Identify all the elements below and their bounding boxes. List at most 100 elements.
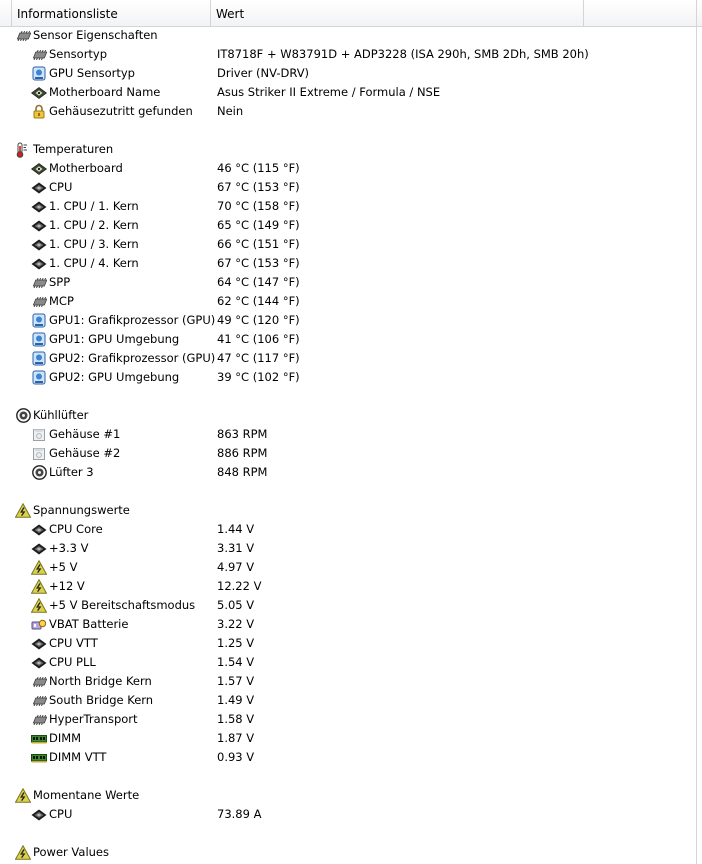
list-item[interactable]: DIMM 1.87 V xyxy=(0,729,696,748)
item-label: GPU Sensortyp xyxy=(49,66,135,80)
group-momentane-werte[interactable]: Momentane Werte xyxy=(0,786,696,805)
item-value: 66 °C (151 °F) xyxy=(217,237,300,251)
item-value: 49 °C (120 °F) xyxy=(217,313,300,327)
column-header-wert[interactable]: Wert xyxy=(211,0,584,26)
chip-icon xyxy=(31,275,47,290)
item-label: CPU xyxy=(49,180,73,194)
voltage-icon xyxy=(31,560,47,575)
item-value: Nein xyxy=(217,104,244,118)
battery-icon xyxy=(31,617,47,632)
list-item[interactable]: South Bridge Kern 1.49 V xyxy=(0,691,696,710)
item-value: 67 °C (153 °F) xyxy=(217,180,300,194)
list-item[interactable]: CPU 73.89 A xyxy=(0,805,696,824)
motherboard-icon xyxy=(31,85,47,100)
group-title: Spannungswerte xyxy=(33,503,130,517)
chip-icon xyxy=(15,28,31,43)
group-spannungswerte[interactable]: Spannungswerte xyxy=(0,501,696,520)
list-item[interactable]: +5 V Bereitschaftsmodus 5.05 V xyxy=(0,596,696,615)
list-item[interactable]: GPU1: Grafikprozessor (GPU) 49 °C (120 °F… xyxy=(0,311,696,330)
dimm-icon xyxy=(31,731,47,746)
list-item[interactable]: +3.3 V 3.31 V xyxy=(0,539,696,558)
item-value: 1.58 V xyxy=(217,712,255,726)
list-item[interactable]: +5 V 4.97 V xyxy=(0,558,696,577)
list-item[interactable]: CPU VTT 1.25 V xyxy=(0,634,696,653)
list-item[interactable]: Gehäuse #2 886 RPM xyxy=(0,444,696,463)
list-item[interactable]: GPU1: GPU Umgebung 41 °C (106 °F) xyxy=(0,330,696,349)
item-value: IT8718F + W83791D + ADP3228 (ISA 290h, S… xyxy=(217,47,589,61)
list-item[interactable]: Motherboard Name Asus Striker II Extreme … xyxy=(0,83,696,102)
item-value: 70 °C (158 °F) xyxy=(217,199,300,213)
group-title: Kühllüfter xyxy=(33,408,89,422)
list-item[interactable]: DIMM VTT 0.93 V xyxy=(0,748,696,767)
list-item[interactable]: SPP 64 °C (147 °F) xyxy=(0,273,696,292)
list-item[interactable]: Motherboard 46 °C (115 °F) xyxy=(0,159,696,178)
item-label: 1. CPU / 4. Kern xyxy=(49,256,139,270)
list-item[interactable]: MCP 62 °C (144 °F) xyxy=(0,292,696,311)
item-label: South Bridge Kern xyxy=(49,693,154,707)
list-item[interactable]: HyperTransport 1.58 V xyxy=(0,710,696,729)
list-item[interactable]: Sensortyp IT8718F + W83791D + ADP3228 (IS… xyxy=(0,45,696,64)
item-value: 1.25 V xyxy=(217,636,255,650)
cpu-icon xyxy=(31,807,47,822)
list-header: Informationsliste Wert xyxy=(0,0,702,27)
column-header-empty[interactable] xyxy=(584,0,696,26)
list-item[interactable]: GPU Sensortyp Driver (NV-DRV) xyxy=(0,64,696,83)
list-item[interactable]: 1. CPU / 2. Kern 65 °C (149 °F) xyxy=(0,216,696,235)
item-value: 5.05 V xyxy=(217,598,255,612)
item-value: 62 °C (144 °F) xyxy=(217,294,300,308)
chip-icon xyxy=(31,693,47,708)
item-label: Sensortyp xyxy=(49,47,108,61)
cpu-icon xyxy=(31,522,47,537)
group-kühllüfter[interactable]: Kühllüfter xyxy=(0,406,696,425)
item-value: 1.87 V xyxy=(217,731,255,745)
group-title: Power Values xyxy=(33,845,109,859)
list-item[interactable]: GPU2: GPU Umgebung 39 °C (102 °F) xyxy=(0,368,696,387)
case-icon xyxy=(31,427,47,442)
fan-icon xyxy=(15,408,31,423)
list-item[interactable]: North Bridge Kern 1.57 V xyxy=(0,672,696,691)
item-value: 67 °C (153 °F) xyxy=(217,256,300,270)
item-value: 65 °C (149 °F) xyxy=(217,218,300,232)
list-item[interactable]: CPU Core 1.44 V xyxy=(0,520,696,539)
cpu-icon xyxy=(31,655,47,670)
list-item[interactable]: +12 V 12.22 V xyxy=(0,577,696,596)
list-item[interactable]: 1. CPU / 3. Kern 66 °C (151 °F) xyxy=(0,235,696,254)
item-label: +5 V Bereitschaftsmodus xyxy=(49,598,196,612)
item-label: +12 V xyxy=(49,579,85,593)
group-temperaturen[interactable]: Temperaturen xyxy=(0,140,696,159)
item-value: 39 °C (102 °F) xyxy=(217,370,300,384)
list-item[interactable]: Lüfter 3 848 RPM xyxy=(0,463,696,482)
fan-icon xyxy=(31,465,47,480)
list-item[interactable]: Gehäusezutritt gefunden Nein xyxy=(0,102,696,121)
list-item[interactable]: Gehäuse #1 863 RPM xyxy=(0,425,696,444)
gpu-icon xyxy=(31,351,47,366)
item-label: Lüfter 3 xyxy=(49,465,94,479)
column-header-informationsliste[interactable]: Informationsliste xyxy=(11,0,211,26)
item-label: MCP xyxy=(49,294,74,308)
group-power-values[interactable]: Power Values xyxy=(0,843,696,862)
chip-icon xyxy=(31,294,47,309)
list-item[interactable]: 1. CPU / 4. Kern 67 °C (153 °F) xyxy=(0,254,696,273)
list-item[interactable]: CPU PLL 1.54 V xyxy=(0,653,696,672)
group-title: Momentane Werte xyxy=(33,788,140,802)
item-value: 4.97 V xyxy=(217,560,255,574)
dimm-icon xyxy=(31,750,47,765)
item-value: 1.44 V xyxy=(217,522,255,536)
item-value: 1.54 V xyxy=(217,655,255,669)
list-item[interactable]: VBAT Batterie 3.22 V xyxy=(0,615,696,634)
item-label: GPU1: Grafikprozessor (GPU) xyxy=(49,313,216,327)
cpu-icon xyxy=(31,636,47,651)
item-label: SPP xyxy=(49,275,71,289)
chip-icon xyxy=(31,674,47,689)
chip-icon xyxy=(31,47,47,62)
item-label: VBAT Batterie xyxy=(49,617,129,631)
list-item[interactable]: GPU2: Grafikprozessor (GPU) 47 °C (117 °F… xyxy=(0,349,696,368)
group-sensor-eigenschaften[interactable]: Sensor Eigenschaften xyxy=(0,26,696,45)
item-value: Driver (NV-DRV) xyxy=(217,66,310,80)
list-item[interactable]: CPU 67 °C (153 °F) xyxy=(0,178,696,197)
list-item[interactable]: 1. CPU / 1. Kern 70 °C (158 °F) xyxy=(0,197,696,216)
item-value: 1.49 V xyxy=(217,693,255,707)
